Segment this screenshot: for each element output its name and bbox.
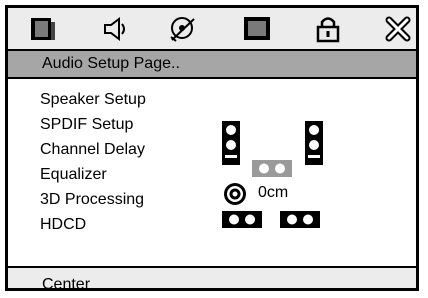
rear-right-speaker-icon xyxy=(280,211,320,233)
audio-setup-menu: Speaker Setup SPDIF Setup Channel Delay … xyxy=(8,77,416,268)
video-setup-icon[interactable] xyxy=(242,14,272,44)
general-setup-icon[interactable] xyxy=(28,14,58,44)
status-text: Center xyxy=(42,276,91,293)
menu-item-speaker-setup[interactable]: Speaker Setup xyxy=(40,91,146,109)
setup-window: Audio Setup Page.. Speaker Setup SPDIF S… xyxy=(5,5,419,293)
page-title-bar: Audio Setup Page.. xyxy=(8,49,416,77)
menu-item-hdcd[interactable]: HDCD xyxy=(40,216,86,234)
menu-item-spdif-setup[interactable]: SPDIF Setup xyxy=(40,116,133,134)
preference-lock-icon[interactable] xyxy=(313,14,343,44)
front-left-speaker-icon xyxy=(222,121,240,170)
exit-icon[interactable] xyxy=(383,14,413,44)
front-right-speaker-icon xyxy=(305,121,323,170)
page-title: Audio Setup Page.. xyxy=(42,55,180,72)
status-bar: Center xyxy=(8,268,416,293)
delay-value: 0cm xyxy=(258,184,289,201)
rear-left-speaker-icon xyxy=(222,211,262,233)
menu-item-channel-delay[interactable]: Channel Delay xyxy=(40,141,145,159)
center-speaker-icon xyxy=(252,160,292,182)
listener-position-icon xyxy=(223,182,247,211)
icon-bar xyxy=(8,8,416,49)
menu-item-equalizer[interactable]: Equalizer xyxy=(40,166,107,184)
menu-item-3d-processing[interactable]: 3D Processing xyxy=(40,191,144,209)
dolby-digital-icon[interactable] xyxy=(168,14,198,44)
audio-setup-icon[interactable] xyxy=(99,14,129,44)
